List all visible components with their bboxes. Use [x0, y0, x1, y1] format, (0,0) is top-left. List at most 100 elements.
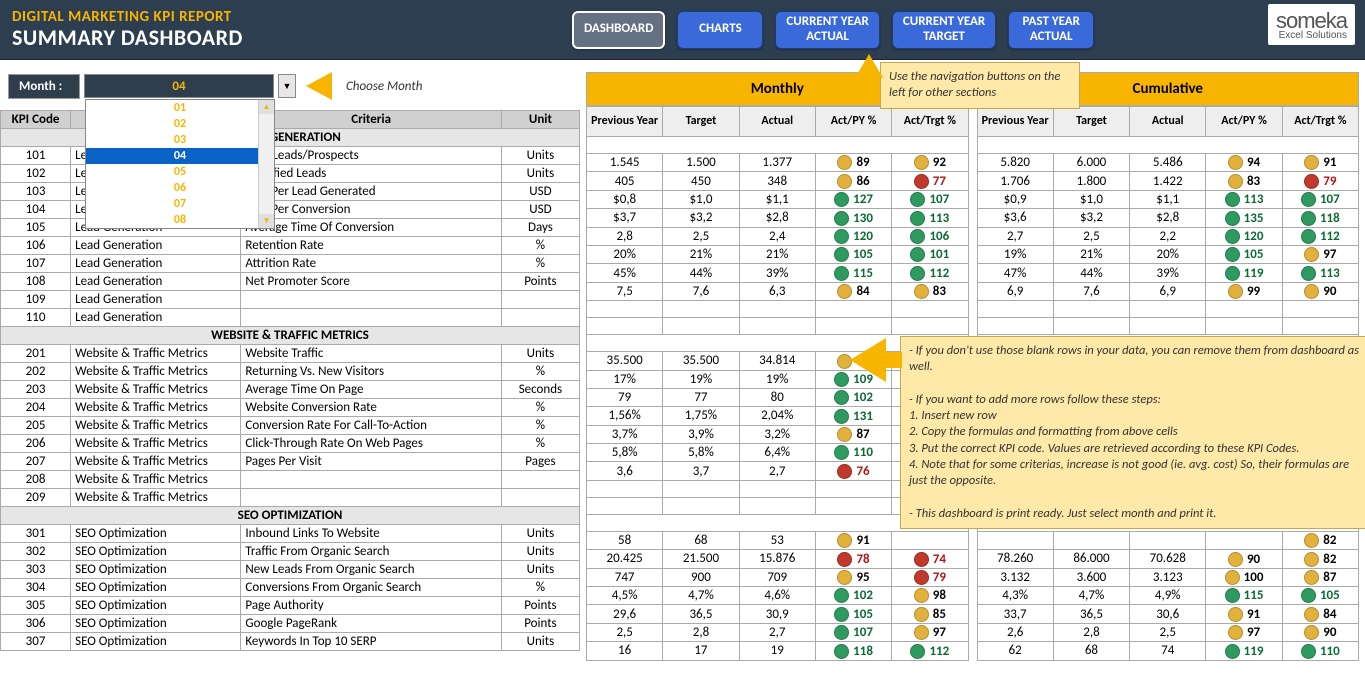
dropdown-scrollbar[interactable]: ▲ ▼ [258, 100, 274, 228]
table-row: 2,72,52,2120112 [977, 227, 1359, 245]
table-row: 305 SEO Optimization Page Authority Poin… [1, 597, 580, 615]
kpi-criteria [241, 309, 501, 327]
col-header: Act/Trgt % [892, 107, 968, 137]
status-dot [837, 552, 852, 567]
col-criteria: Criteria [241, 111, 501, 129]
month-dropdown-list[interactable]: 01 02 03 04 05 06 07 08 ▲ ▼ [85, 99, 275, 229]
kpi-unit: Units [501, 147, 579, 165]
kpi-unit [501, 291, 579, 309]
nav-cy-target[interactable]: CURRENT YEAR TARGET [892, 11, 996, 49]
pct-value: 119 [1244, 266, 1264, 281]
kpi-code: 305 [1, 597, 71, 615]
pct-value: 90 [1247, 552, 1260, 567]
table-row: 108 Lead Generation Net Promoter Score P… [1, 273, 580, 291]
month-option[interactable]: 03 [86, 132, 274, 148]
kpi-code: 110 [1, 309, 71, 327]
kpi-unit [501, 489, 579, 507]
kpi-criteria: Cost Per Lead Generated [241, 183, 501, 201]
kpi-code: 109 [1, 291, 71, 309]
kpi-category: Website & Traffic Metrics [71, 453, 241, 471]
table-row: $3,7$3,2$2,8130113 [587, 209, 969, 227]
kpi-code: 207 [1, 453, 71, 471]
month-option[interactable]: 01 [86, 100, 274, 116]
kpi-unit: Pages [501, 453, 579, 471]
scroll-up-icon[interactable]: ▲ [259, 100, 274, 114]
kpi-criteria: Attrition Rate [241, 255, 501, 273]
table-row: 205 Website & Traffic Metrics Conversion… [1, 417, 580, 435]
kpi-code: 304 [1, 579, 71, 597]
kpi-criteria: Pages Per Visit [241, 453, 501, 471]
status-dot [914, 588, 929, 603]
pct-value: 112 [1320, 229, 1340, 244]
nav-charts[interactable]: CHARTS [677, 11, 763, 49]
kpi-criteria: Qualified Leads [241, 165, 501, 183]
kpi-code: 303 [1, 561, 71, 579]
month-option[interactable]: 08 [86, 212, 274, 228]
status-dot [1304, 155, 1319, 170]
pct-value: 113 [929, 211, 949, 226]
status-dot [837, 284, 852, 299]
status-dot [834, 372, 849, 387]
kpi-category: SEO Optimization [71, 561, 241, 579]
kpi-code: 201 [1, 345, 71, 363]
table-row [587, 301, 969, 318]
table-row: 4054503488677 [587, 172, 969, 190]
col-header: Target [663, 107, 739, 137]
kpi-criteria: Net Promoter Score [241, 273, 501, 291]
arrow-up-icon [855, 54, 883, 78]
status-dot [834, 247, 849, 262]
table-row: 7479007099579 [587, 568, 969, 586]
month-option[interactable]: 07 [86, 196, 274, 212]
table-row: 206 Website & Traffic Metrics Click-Thro… [1, 435, 580, 453]
month-option-selected[interactable]: 04 [86, 148, 274, 164]
status-dot [1225, 266, 1240, 281]
kpi-unit: Points [501, 597, 579, 615]
status-dot [834, 445, 849, 460]
pct-value: 105 [1244, 247, 1264, 262]
month-option[interactable]: 02 [86, 116, 274, 132]
kpi-category: Lead Generation [71, 309, 241, 327]
status-dot [1225, 570, 1240, 585]
nav-py-actual[interactable]: PAST YEAR ACTUAL [1008, 11, 1094, 49]
status-dot [1301, 192, 1316, 207]
kpi-criteria: Returning Vs. New Visitors [241, 363, 501, 381]
kpi-category: Website & Traffic Metrics [71, 435, 241, 453]
month-option[interactable]: 05 [86, 164, 274, 180]
kpi-code: 203 [1, 381, 71, 399]
status-dot [910, 266, 925, 281]
status-dot [914, 155, 929, 170]
kpi-unit [501, 309, 579, 327]
pct-value: 120 [1244, 229, 1264, 244]
status-dot [1301, 266, 1316, 281]
status-dot [1228, 552, 1243, 567]
kpi-category: SEO Optimization [71, 633, 241, 651]
month-select[interactable]: 04 01 02 03 04 05 06 07 08 ▲ ▼ [84, 74, 274, 98]
kpi-code: 206 [1, 435, 71, 453]
status-dot [837, 427, 852, 442]
pct-value: 100 [1244, 570, 1264, 585]
status-dot [1304, 174, 1319, 189]
table-row [587, 318, 969, 335]
status-dot [834, 588, 849, 603]
pct-value: 135 [1244, 211, 1264, 226]
status-dot [837, 174, 852, 189]
month-option[interactable]: 06 [86, 180, 274, 196]
col-header: Previous Year [977, 107, 1053, 137]
table-row: 208 Website & Traffic Metrics [1, 471, 580, 489]
col-header: Act/PY % [1206, 107, 1282, 137]
pct-value: 112 [929, 266, 949, 281]
nav-cy-actual[interactable]: CURRENT YEAR ACTUAL [775, 11, 879, 49]
kpi-code: 107 [1, 255, 71, 273]
pct-value: 87 [1323, 570, 1336, 585]
table-row: 2,52,82,710797 [587, 623, 969, 641]
status-dot [1228, 625, 1243, 640]
kpi-code: 306 [1, 615, 71, 633]
chevron-down-icon[interactable]: ▼ [278, 74, 296, 98]
kpi-unit: Units [501, 561, 579, 579]
scroll-down-icon[interactable]: ▼ [259, 214, 274, 228]
status-dot [914, 552, 929, 567]
kpi-criteria: Website Conversion Rate [241, 399, 501, 417]
nav-dashboard[interactable]: DASHBOARD [572, 11, 665, 49]
kpi-criteria: Google PageRank [241, 615, 501, 633]
kpi-code: 101 [1, 147, 71, 165]
